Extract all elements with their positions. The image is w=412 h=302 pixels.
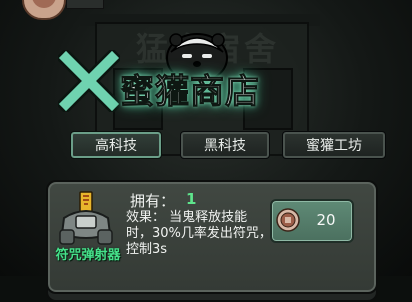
close-x-icon xyxy=(55,47,123,115)
coin-icon xyxy=(276,208,300,232)
shop-title: 蜜獾商店 xyxy=(120,72,260,113)
owned-count: 1 xyxy=(186,190,197,208)
item-effect-text: 效果： 当鬼释放技能时，30%几率发出符咒，控制3s xyxy=(126,210,272,257)
close-button[interactable] xyxy=(55,47,123,115)
item-name: 符咒弹射器 xyxy=(55,248,121,263)
talisman-launcher-icon xyxy=(59,191,113,245)
top-bar-decoration xyxy=(66,0,104,9)
owned-label: 拥有： xyxy=(130,192,176,210)
item-price: 20 xyxy=(316,211,336,229)
tab-black-tech[interactable]: 黑科技 xyxy=(180,131,270,159)
tab-badger-workshop[interactable]: 蜜獾工坊 xyxy=(282,131,386,159)
tab-high-tech[interactable]: 高科技 xyxy=(70,131,162,159)
